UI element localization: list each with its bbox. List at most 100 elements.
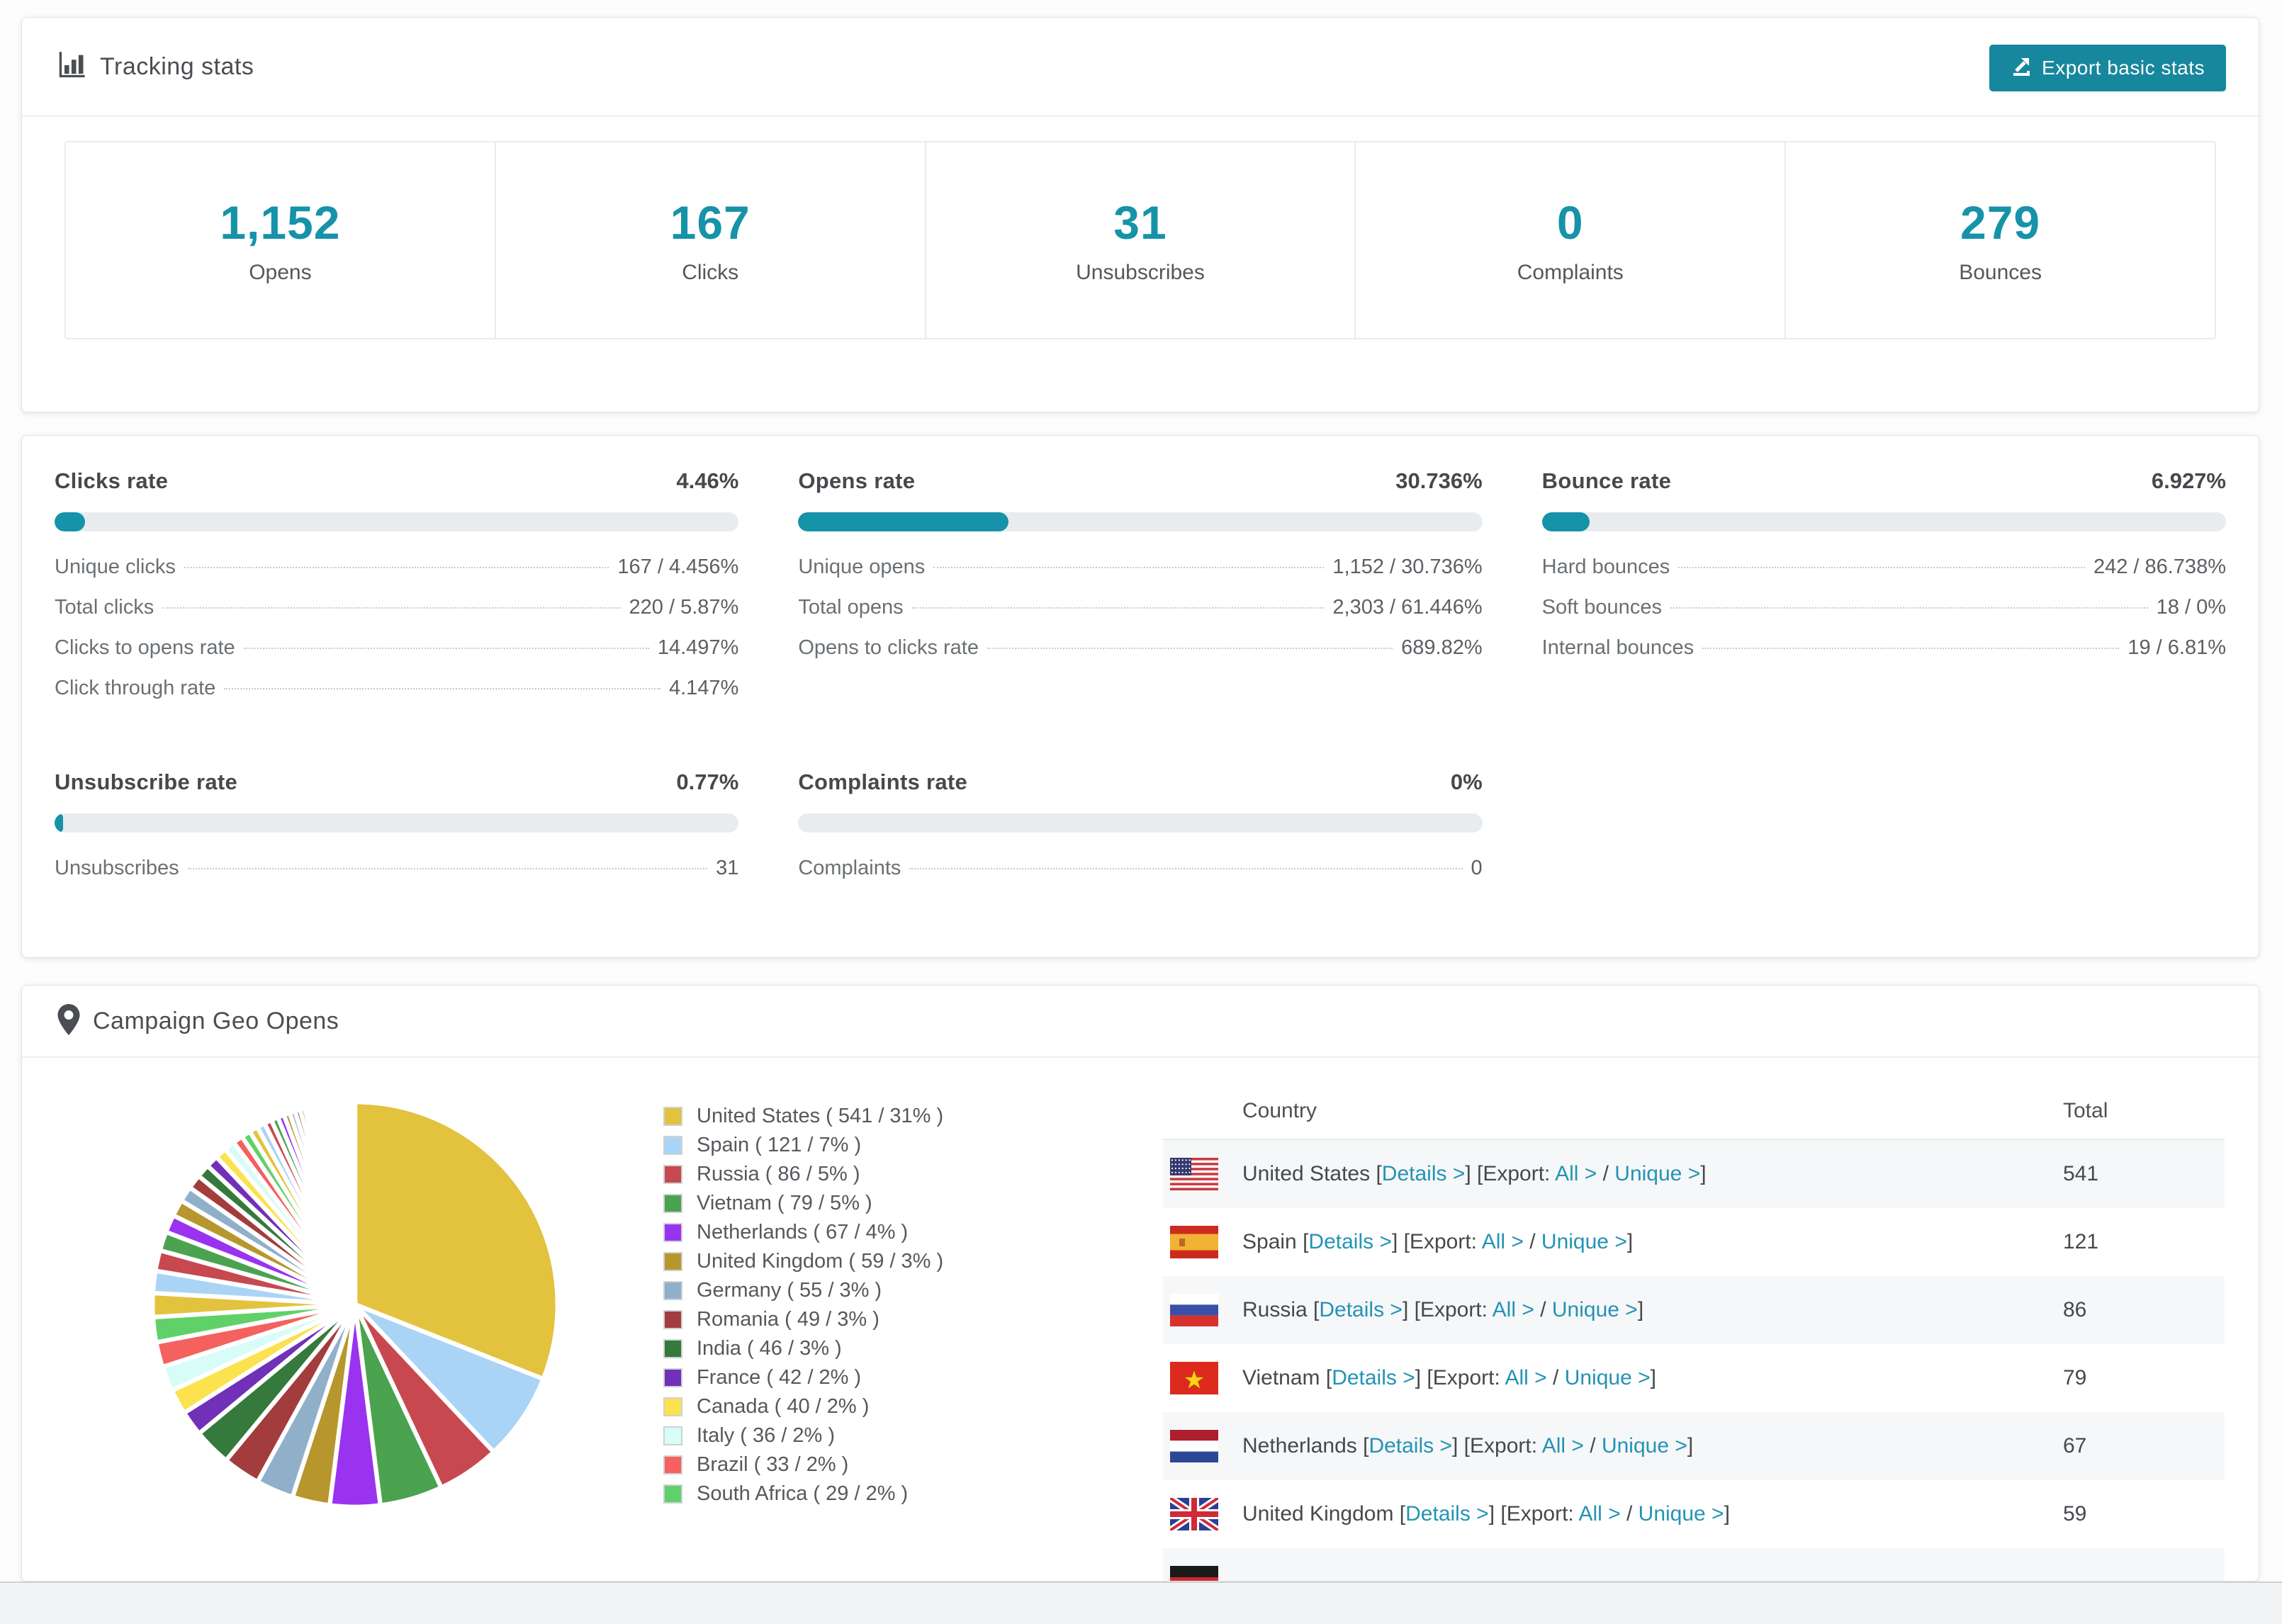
pie-slice-other[interactable] [352,1100,358,1307]
rate-detail-label: Unsubscribes [55,857,179,879]
export-unique-link[interactable]: Unique > [1552,1298,1638,1321]
rate-value: 4.46% [676,468,739,493]
summary-stat-clicks: 167 Clicks [494,142,925,338]
export-unique-link[interactable]: Unique > [1565,1366,1651,1389]
export-all-link[interactable]: All > [1555,1162,1597,1185]
stat-value: 31 [1113,196,1167,249]
tracking-stats-card: Tracking stats Export basic stats 1,152 O… [21,17,2259,412]
rate-detail-label: Complaints [798,857,901,879]
details-link[interactable]: Details > [1332,1366,1415,1389]
legend-item-south-africa[interactable]: South Africa ( 29 / 2% ) [663,1479,943,1509]
dotted-leader [243,648,649,649]
export-unique-link[interactable]: Unique > [1639,1502,1724,1526]
legend-label: Canada ( 40 / 2% ) [697,1395,870,1418]
rate-detail-value: 18 / 0% [2156,596,2226,619]
country-cell: Vietnam [Details >] [Export: All > / Uni… [1242,1366,1656,1389]
details-link[interactable]: Details > [1308,1230,1392,1253]
rate-detail-value: 689.82% [1401,636,1483,659]
export-unique-link[interactable]: Unique > [1602,1434,1687,1457]
rate-detail-label: Total opens [798,596,904,619]
export-basic-stats-button[interactable]: Export basic stats [1989,45,2226,91]
legend-label: South Africa ( 29 / 2% ) [697,1482,909,1505]
rate-detail-row: Hard bounces 242 / 86.738% [1542,556,2226,596]
export-unique-link[interactable]: Unique > [1541,1230,1627,1253]
rate-title: Opens rate [798,468,916,493]
total-cell: 67 [2063,1434,2087,1457]
summary-stat-complaints: 0 Complaints [1354,142,1784,338]
legend-swatch [663,1397,682,1416]
details-link[interactable]: Details > [1368,1434,1452,1457]
legend-item-united-kingdom[interactable]: United Kingdom ( 59 / 3% ) [663,1247,943,1276]
rate-detail-label: Hard bounces [1541,556,1670,578]
details-link[interactable]: Details > [1382,1162,1466,1185]
progress-bar-track [1541,512,2226,531]
rate-detail-label: Soft bounces [1541,596,1662,619]
rate-detail-label: Total clicks [55,596,154,619]
export-all-link[interactable]: All > [1542,1434,1584,1457]
stat-label: Opens [249,261,312,284]
rate-detail-row: Internal bounces 19 / 6.81% [1542,636,2226,677]
legend-item-india[interactable]: India ( 46 / 3% ) [663,1334,943,1363]
geo-opens-pie-chart [142,1092,568,1517]
geo-opens-table: Country Total United States [Details >] … [1163,1083,2225,1581]
progress-bar-track [55,512,739,531]
export-all-link[interactable]: All > [1505,1366,1546,1389]
column-header-total: Total [2063,1099,2108,1122]
geo-opens-header: Campaign Geo Opens [22,986,2259,1058]
dotted-leader [911,607,1325,609]
stat-label: Bounces [1959,261,2042,284]
legend-label: United Kingdom ( 59 / 3% ) [697,1250,944,1273]
legend-item-vietnam[interactable]: Vietnam ( 79 / 5% ) [663,1189,943,1218]
legend-swatch [663,1484,682,1504]
legend-label: Spain ( 121 / 7% ) [697,1134,862,1156]
legend-item-canada[interactable]: Canada ( 40 / 2% ) [663,1392,943,1421]
rate-panel-unsubscribe-rate: Unsubscribe rate 0.77% Unsubscribes 31 [55,769,739,897]
export-all-link[interactable]: All > [1482,1230,1524,1253]
campaign-geo-opens-card: Campaign Geo Opens United States ( 541 /… [21,985,2259,1581]
stat-value: 167 [670,196,751,249]
legend-item-italy[interactable]: Italy ( 36 / 2% ) [663,1421,943,1450]
legend-item-netherlands[interactable]: Netherlands ( 67 / 4% ) [663,1218,943,1247]
rate-title: Complaints rate [798,769,968,794]
total-cell: 59 [2063,1502,2087,1526]
legend-label: Netherlands ( 67 / 4% ) [697,1221,909,1244]
rate-detail-value: 242 / 86.738% [2093,556,2226,578]
legend-item-romania[interactable]: Romania ( 49 / 3% ) [663,1305,943,1334]
dotted-leader [1702,648,2120,649]
country-flag-gb [1170,1498,1218,1530]
table-row-netherlands: Netherlands [Details >] [Export: All > /… [1163,1412,2225,1480]
legend-label: Brazil ( 33 / 2% ) [697,1453,849,1476]
country-flag-vn [1170,1362,1218,1394]
export-all-link[interactable]: All > [1578,1502,1620,1526]
legend-item-spain[interactable]: Spain ( 121 / 7% ) [663,1131,943,1160]
export-unique-link[interactable]: Unique > [1614,1162,1700,1185]
dotted-leader [987,648,1393,649]
legend-item-brazil[interactable]: Brazil ( 33 / 2% ) [663,1450,943,1479]
export-all-link[interactable]: All > [1493,1298,1534,1321]
table-row-russia: Russia [Details >] [Export: All > / Uniq… [1163,1276,2225,1344]
total-cell: 86 [2063,1298,2087,1321]
rate-panel-head: Bounce rate 6.927% [1542,468,2226,494]
progress-bar-track [798,512,1483,531]
country-flag-ru [1170,1294,1218,1326]
country-flag-es [1170,1226,1218,1258]
progress-bar-track [798,813,1483,833]
rate-detail-value: 19 / 6.81% [2128,636,2226,659]
legend-item-france[interactable]: France ( 42 / 2% ) [663,1363,943,1392]
details-link[interactable]: Details > [1405,1502,1489,1526]
dotted-leader [162,607,621,609]
legend-item-germany[interactable]: Germany ( 55 / 3% ) [663,1276,943,1305]
legend-item-russia[interactable]: Russia ( 86 / 5% ) [663,1160,943,1189]
legend-label: United States ( 541 / 31% ) [697,1105,944,1127]
country-cell: United Kingdom [Details >] [Export: All … [1242,1502,1730,1526]
rate-detail-rows: Complaints 0 [798,857,1482,897]
table-row-vietnam: Vietnam [Details >] [Export: All > / Uni… [1163,1344,2225,1412]
details-link[interactable]: Details > [1319,1298,1403,1321]
summary-stats-row: 1,152 Opens 167 Clicks 31 Unsubscribes 0 Compla… [64,141,2216,339]
rate-detail-row: Total opens 2,303 / 61.446% [798,596,1482,636]
legend-swatch [663,1165,682,1184]
progress-bar-fill [1541,512,1590,531]
rate-detail-row: Complaints 0 [798,857,1482,897]
rates-row-1: Clicks rate 4.46% Unique clicks 167 / 4.456… [55,468,2226,717]
legend-item-united-states[interactable]: United States ( 541 / 31% ) [663,1102,943,1131]
